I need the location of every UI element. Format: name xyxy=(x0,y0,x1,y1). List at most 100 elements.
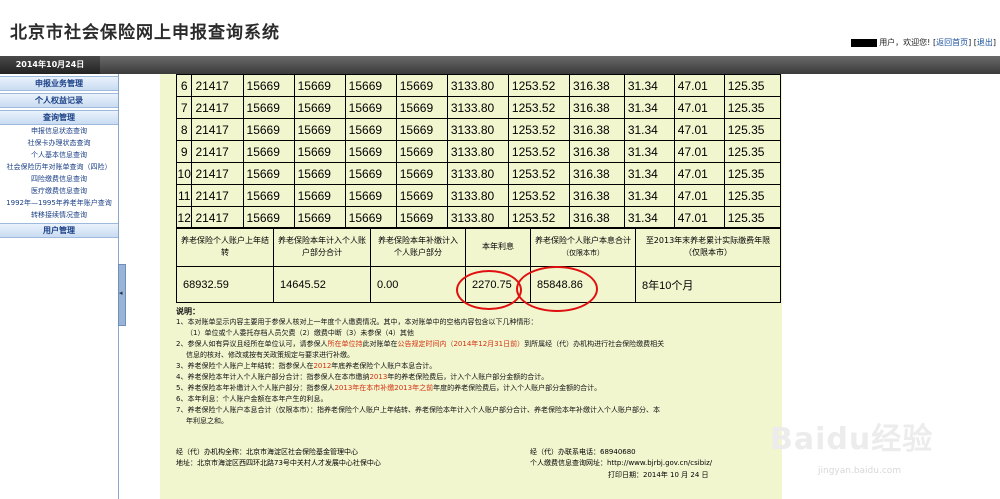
note-3: 3、养老保险个人账户上年结转：指参保人在2012年底养老保险个人账户本息合计。 xyxy=(176,362,437,370)
sidebar-item-declare-status[interactable]: 申报信息状态查询 xyxy=(0,125,118,137)
table-cell: 3133.80 xyxy=(446,162,509,185)
note-2: 2、参保人如有异议且经所在单位认可，请参保人所在单位持此对账单在公告规定时间内（… xyxy=(176,340,665,348)
sidebar-collapse-handle[interactable]: ◂ xyxy=(118,264,126,326)
table-cell: 15669 xyxy=(242,206,295,229)
table-cell: 15669 xyxy=(293,74,346,97)
table-cell: 15669 xyxy=(395,74,448,97)
table-cell: 31.34 xyxy=(623,118,675,141)
table-cell: 3133.80 xyxy=(446,206,509,229)
table-cell: 21417 xyxy=(191,74,244,97)
sidebar-item-card-status[interactable]: 社保卡办理状态查询 xyxy=(0,137,118,149)
monthly-contribution-table: 6 21417 15669 15669 15669 15669 3133.80 1253.52… xyxy=(175,74,782,229)
month-cell: 6 xyxy=(175,74,193,97)
table-cell: 15669 xyxy=(344,118,397,141)
sidebar-section-declare[interactable]: 申报业务管理 xyxy=(0,76,118,91)
table-cell: 31.34 xyxy=(623,74,675,97)
table-cell: 15669 xyxy=(395,184,448,207)
current-date: 2014年10月24日 xyxy=(0,56,100,74)
sidebar-item-pension-1992[interactable]: 1992年—1995年养老年账户查询 xyxy=(0,197,118,209)
table-cell: 1253.52 xyxy=(507,74,570,97)
highlight-circle-interest xyxy=(456,270,522,310)
table-cell: 31.34 xyxy=(623,184,675,207)
table-cell: 3133.80 xyxy=(446,184,509,207)
table-cell: 21417 xyxy=(191,206,244,229)
sidebar-item-basic-info[interactable]: 个人基本信息查询 xyxy=(0,149,118,161)
table-cell: 15669 xyxy=(242,74,295,97)
baidu-watermark-logo: Baidu经验 xyxy=(770,422,934,457)
table-cell: 3133.80 xyxy=(446,96,509,119)
table-cell: 316.38 xyxy=(568,162,625,185)
sidebar-item-transfer[interactable]: 转移接续情况查询 xyxy=(0,209,118,221)
table-cell: 15669 xyxy=(293,118,346,141)
sidebar-section-query[interactable]: 查询管理 xyxy=(0,110,118,125)
table-row: 10 21417 15669 15669 15669 15669 3133.80 1253.5… xyxy=(175,162,782,185)
month-cell: 11 xyxy=(175,184,193,207)
table-row: 11 21417 15669 15669 15669 15669 3133.80 1253.5… xyxy=(175,184,782,207)
sidebar-item-medical[interactable]: 医疗缴费信息查询 xyxy=(0,185,118,197)
table-cell: 15669 xyxy=(242,184,295,207)
sidebar-section-user[interactable]: 用户管理 xyxy=(0,223,118,238)
table-cell: 15669 xyxy=(293,162,346,185)
table-cell: 125.35 xyxy=(723,74,782,97)
table-cell: 47.01 xyxy=(673,184,725,207)
summary-header: 养老保险本年计入个人账户部分合计 xyxy=(273,227,371,267)
table-cell: 316.38 xyxy=(568,118,625,141)
table-cell: 15669 xyxy=(242,162,295,185)
table-cell: 15669 xyxy=(242,96,295,119)
table-cell: 47.01 xyxy=(673,206,725,229)
welcome-text: 用户，欢迎您! xyxy=(879,38,931,47)
table-cell: 15669 xyxy=(242,118,295,141)
month-cell: 10 xyxy=(175,162,193,185)
query-website: 个人缴费信息查询网址：http://www.bjrbj.gov.cn/csibi… xyxy=(530,459,713,467)
table-cell: 15669 xyxy=(395,96,448,119)
table-cell: 15669 xyxy=(344,140,397,163)
note-4: 4、养老保险本年计入个人账户部分合计：指参保人在本市缴纳2013年的养老保险费后… xyxy=(176,373,549,381)
table-cell: 15669 xyxy=(293,206,346,229)
table-cell: 316.38 xyxy=(568,206,625,229)
table-cell: 15669 xyxy=(395,162,448,185)
table-cell: 15669 xyxy=(293,96,346,119)
notes-title: 说明： xyxy=(176,307,200,316)
note-1-detail: （1）单位或个人委托存档人员欠费（2）缴费中断（3）未参保（4）其他 xyxy=(186,329,414,337)
table-cell: 21417 xyxy=(191,162,244,185)
table-cell: 15669 xyxy=(395,118,448,141)
table-cell: 1253.52 xyxy=(507,162,570,185)
month-cell: 9 xyxy=(175,140,193,163)
table-cell: 31.34 xyxy=(623,140,675,163)
table-cell: 31.34 xyxy=(623,162,675,185)
logout-link[interactable]: 退出 xyxy=(977,38,993,47)
table-cell: 21417 xyxy=(191,184,244,207)
table-row: 7 21417 15669 15669 15669 15669 3133.80 1253.52… xyxy=(175,96,782,119)
notes-section: 说明： 1、本对账单显示内容主要用于参保人核对上一年度个人缴费情况。其中，本对账… xyxy=(176,306,781,427)
agency-address: 地址：北京市海淀区西四环北路73号中关村人才发展中心社保中心 xyxy=(176,459,381,467)
table-cell: 125.35 xyxy=(723,118,782,141)
table-cell: 316.38 xyxy=(568,140,625,163)
sidebar-section-rights[interactable]: 个人权益记录 xyxy=(0,93,118,108)
table-cell: 47.01 xyxy=(673,118,725,141)
note-7: 7、养老保险个人账户本息合计（仅限本市）：指养老保险个人账户上年结转、养老保险本… xyxy=(176,406,660,414)
table-row: 6 21417 15669 15669 15669 15669 3133.80 1253.52… xyxy=(175,74,782,97)
table-cell: 316.38 xyxy=(568,74,625,97)
home-link[interactable]: 返回首页 xyxy=(936,38,968,47)
table-row: 9 21417 15669 15669 15669 15669 3133.80 1253.52… xyxy=(175,140,782,163)
table-cell: 125.35 xyxy=(723,206,782,229)
table-cell: 15669 xyxy=(242,140,295,163)
table-cell: 21417 xyxy=(191,118,244,141)
print-date: 打印日期：2014年 10 月 24 日 xyxy=(608,471,709,479)
summary-value-current-year: 14645.52 xyxy=(273,266,371,303)
date-bar: 2014年10月24日 xyxy=(0,56,1000,74)
summary-header-text: 养老保险个人账户本息合计 xyxy=(535,236,631,245)
note-6: 6、本年利息：个人账户金额在本年产生的利息。 xyxy=(176,395,328,403)
sidebar-item-four-insurance[interactable]: 四险缴费信息查询 xyxy=(0,173,118,185)
table-row: 8 21417 15669 15669 15669 15669 3133.80 1253.52… xyxy=(175,118,782,141)
table-cell: 1253.52 xyxy=(507,184,570,207)
baidu-watermark-url: jingyan.baidu.com xyxy=(818,466,902,476)
table-cell: 15669 xyxy=(395,206,448,229)
redacted-username xyxy=(851,38,878,47)
sidebar-item-annual-statement[interactable]: 社会保险历年对账单查询（四险） xyxy=(0,161,118,173)
page-title: 北京市社会保险网上申报查询系统 xyxy=(10,23,280,43)
table-cell: 125.35 xyxy=(723,96,782,119)
summary-value-back-pay: 0.00 xyxy=(370,266,466,303)
note-7-cont: 年利息之和。 xyxy=(186,417,228,425)
table-cell: 21417 xyxy=(191,140,244,163)
